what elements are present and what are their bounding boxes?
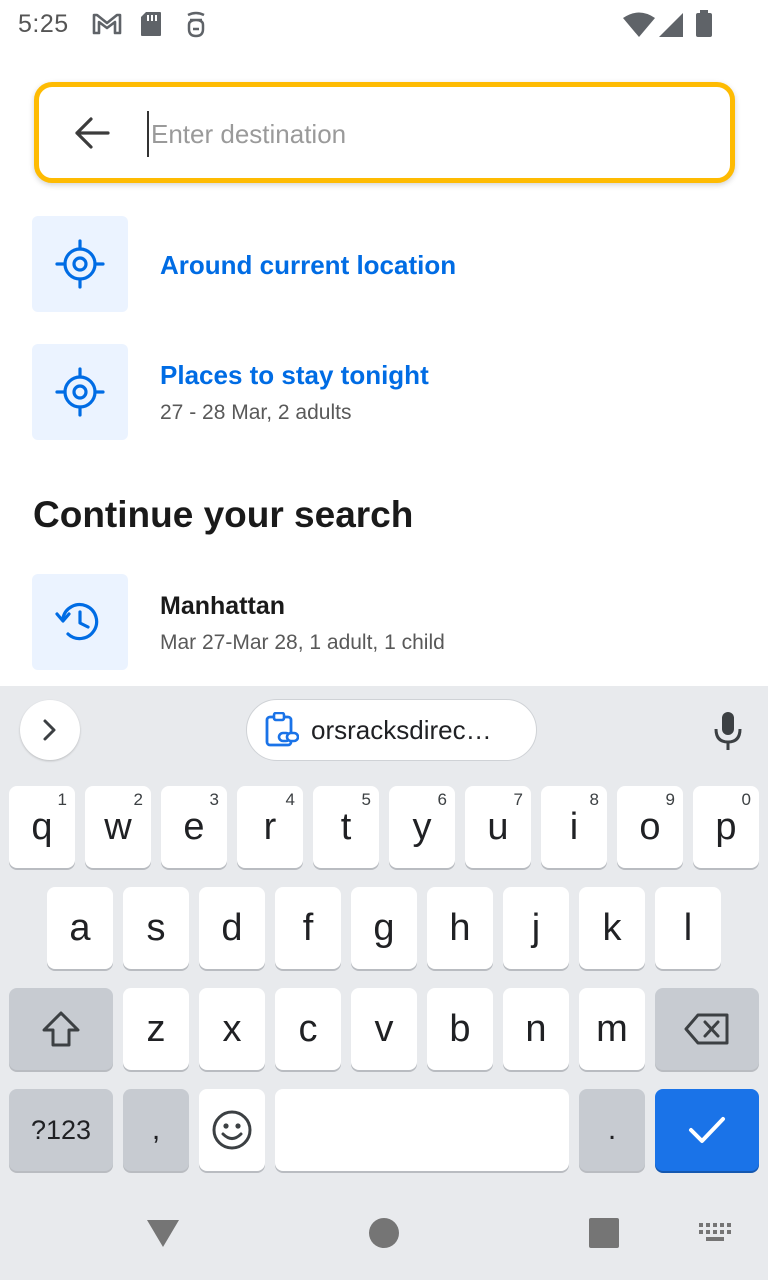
key-q[interactable]: q1	[9, 786, 75, 868]
back-button[interactable]	[67, 109, 117, 157]
key-e[interactable]: e3	[161, 786, 227, 868]
recent-title: Manhattan	[160, 592, 285, 620]
comma-key[interactable]: ,	[123, 1089, 189, 1171]
chevron-right-icon	[43, 719, 56, 741]
keyboard-switcher-button[interactable]	[694, 1216, 736, 1248]
key-l[interactable]: l	[655, 887, 721, 969]
signal-icon	[659, 13, 683, 37]
key-v[interactable]: v	[351, 988, 417, 1070]
space-key[interactable]	[275, 1089, 569, 1171]
on-screen-keyboard: orsracksdirec… q1 w2 e3 r4 t5 y6 u7 i8 o…	[0, 686, 768, 1190]
key-b[interactable]: b	[427, 988, 493, 1070]
nav-recents-button[interactable]	[580, 1210, 628, 1256]
key-z[interactable]: z	[123, 988, 189, 1070]
key-p[interactable]: p0	[693, 786, 759, 868]
shift-key[interactable]	[9, 988, 113, 1070]
battery-icon	[696, 10, 712, 37]
key-c[interactable]: c	[275, 988, 341, 1070]
gmail-icon	[92, 13, 122, 35]
period-key[interactable]: .	[579, 1089, 645, 1171]
suggestion-title: Places to stay tonight	[160, 360, 429, 390]
key-a[interactable]: a	[47, 887, 113, 969]
microphone-icon	[714, 712, 742, 750]
status-time: 5:25	[18, 10, 69, 38]
history-icon-box	[32, 574, 128, 670]
keyboard-expand-button[interactable]	[20, 700, 80, 760]
location-icon-box	[32, 216, 128, 312]
history-icon	[55, 603, 99, 641]
key-y[interactable]: y6	[389, 786, 455, 868]
key-g[interactable]: g	[351, 887, 417, 969]
clipboard-link-icon	[265, 712, 299, 747]
nav-home-circle-icon	[369, 1218, 399, 1248]
key-x[interactable]: x	[199, 988, 265, 1070]
key-k[interactable]: k	[579, 887, 645, 969]
symbols-key[interactable]: ?123	[9, 1089, 113, 1171]
keyboard-toolbar: orsracksdirec…	[0, 686, 768, 778]
key-i[interactable]: i8	[541, 786, 607, 868]
target-location-icon	[55, 239, 105, 289]
recent-search-item[interactable]: Manhattan Mar 27-Mar 28, 1 adult, 1 chil…	[32, 574, 736, 670]
suggestion-subtitle: 27 - 28 Mar, 2 adults	[160, 401, 352, 424]
destination-search-box[interactable]	[34, 82, 735, 183]
vpn-icon	[187, 11, 205, 38]
key-h[interactable]: h	[427, 887, 493, 969]
nav-back-triangle-icon	[147, 1220, 179, 1247]
sd-card-icon	[141, 12, 161, 36]
clipboard-suggestion-text: orsracksdirec…	[311, 714, 492, 745]
target-location-icon	[55, 367, 105, 417]
status-bar: 5:25	[0, 0, 768, 52]
key-w[interactable]: w2	[85, 786, 151, 868]
recent-subtitle: Mar 27-Mar 28, 1 adult, 1 child	[160, 631, 445, 654]
check-icon	[689, 1117, 725, 1143]
emoji-smile-icon	[212, 1110, 252, 1150]
key-s[interactable]: s	[123, 887, 189, 969]
suggestion-around-current-location[interactable]: Around current location	[32, 216, 736, 312]
nav-back-button[interactable]	[140, 1210, 186, 1256]
suggestion-places-to-stay-tonight[interactable]: Places to stay tonight 27 - 28 Mar, 2 ad…	[32, 344, 736, 440]
voice-input-button[interactable]	[706, 706, 750, 756]
key-n[interactable]: n	[503, 988, 569, 1070]
emoji-key[interactable]	[199, 1089, 265, 1171]
suggestion-title: Around current location	[160, 250, 457, 280]
nav-recents-square-icon	[589, 1218, 619, 1248]
arrow-back-icon	[75, 117, 110, 149]
nav-home-button[interactable]	[360, 1210, 408, 1256]
key-d[interactable]: d	[199, 887, 265, 969]
keyboard-icon	[699, 1223, 731, 1241]
key-u[interactable]: u7	[465, 786, 531, 868]
backspace-icon	[684, 1013, 729, 1045]
destination-input[interactable]	[147, 111, 687, 157]
backspace-key[interactable]	[655, 988, 759, 1070]
done-key[interactable]	[655, 1089, 759, 1171]
continue-search-heading: Continue your search	[33, 494, 414, 535]
key-r[interactable]: r4	[237, 786, 303, 868]
key-t[interactable]: t5	[313, 786, 379, 868]
system-nav-bar	[0, 1190, 768, 1280]
location-icon-box	[32, 344, 128, 440]
key-f[interactable]: f	[275, 887, 341, 969]
wifi-icon	[623, 12, 655, 37]
key-j[interactable]: j	[503, 887, 569, 969]
clipboard-suggestion-chip[interactable]: orsracksdirec…	[246, 699, 537, 761]
key-o[interactable]: o9	[617, 786, 683, 868]
key-m[interactable]: m	[579, 988, 645, 1070]
shift-arrow-icon	[42, 1011, 80, 1047]
